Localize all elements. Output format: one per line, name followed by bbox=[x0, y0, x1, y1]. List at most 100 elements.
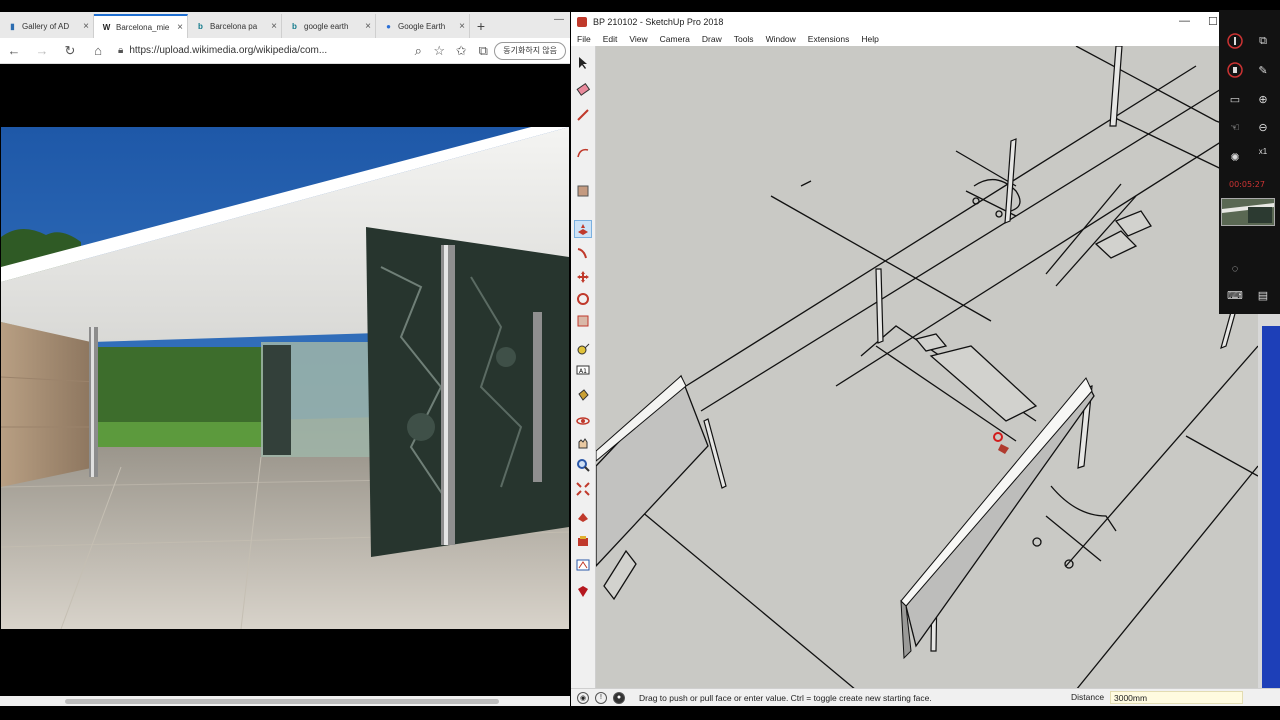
forward-icon[interactable]: → bbox=[28, 38, 56, 64]
zoom-extents-icon[interactable] bbox=[574, 480, 592, 498]
keyboard-icon[interactable]: ⌨ bbox=[1226, 286, 1244, 304]
menu-edit[interactable]: Edit bbox=[597, 34, 624, 44]
tab-label: google earth bbox=[304, 21, 349, 31]
home-icon[interactable]: ⌂ bbox=[84, 38, 112, 64]
tab-label: Barcelona_mie bbox=[116, 22, 170, 32]
maximize-icon[interactable]: ☐ bbox=[1208, 15, 1218, 28]
minimize-icon[interactable]: — bbox=[1179, 15, 1190, 27]
zoom-out-icon[interactable]: ⊖ bbox=[1254, 118, 1272, 136]
menu-view[interactable]: View bbox=[623, 34, 653, 44]
tab-label: Google Earth bbox=[398, 21, 446, 31]
refresh-icon[interactable]: ↻ bbox=[56, 38, 84, 64]
wikipedia-icon: W bbox=[102, 22, 111, 32]
close-icon[interactable]: × bbox=[271, 21, 277, 32]
collections-icon[interactable]: ⧉ bbox=[472, 38, 494, 64]
settings-icon[interactable]: ▤ bbox=[1254, 286, 1272, 304]
address-bar[interactable]: 🔒︎ https://upload.wikimedia.org/wikipedi… bbox=[112, 41, 408, 61]
title-bar: BP 210102 - SketchUp Pro 2018 — ☐ bbox=[571, 12, 1280, 32]
lock-icon: 🔒︎ bbox=[118, 45, 124, 56]
model-drawing[interactable] bbox=[596, 46, 1258, 690]
browser-window: ▮ Gallery of AD × W Barcelona_mie × b Ba… bbox=[0, 12, 570, 706]
tab-google-earth[interactable]: ● Google Earth × bbox=[376, 14, 470, 38]
sync-button[interactable]: 동기화하지 않음 bbox=[494, 41, 566, 60]
menu-extensions[interactable]: Extensions bbox=[802, 34, 856, 44]
favorites-list-icon[interactable]: ✩ bbox=[450, 38, 472, 64]
globe-icon: ● bbox=[386, 21, 391, 31]
menu-help[interactable]: Help bbox=[855, 34, 884, 44]
zoom-in-icon[interactable]: ⊕ bbox=[1254, 90, 1272, 108]
tape-measure-icon[interactable] bbox=[574, 340, 592, 358]
url-text: https://upload.wikimedia.org/wikipedia/c… bbox=[129, 45, 328, 56]
menu-file[interactable]: File bbox=[571, 34, 597, 44]
webcam-icon[interactable]: ⧉ bbox=[1254, 32, 1272, 50]
tab-gallery[interactable]: ▮ Gallery of AD × bbox=[0, 14, 94, 38]
text-icon[interactable]: A1 bbox=[574, 362, 592, 380]
orbit-icon[interactable] bbox=[574, 412, 592, 430]
tab-barcelona-image[interactable]: W Barcelona_mie × bbox=[94, 14, 188, 38]
pan-icon[interactable] bbox=[574, 434, 592, 452]
window-title: BP 210102 - SketchUp Pro 2018 bbox=[593, 17, 724, 27]
push-pull-icon[interactable] bbox=[574, 220, 592, 238]
close-icon[interactable]: × bbox=[365, 21, 371, 32]
credits-icon[interactable]: ! bbox=[595, 691, 607, 704]
measurements-box[interactable]: 3000mm bbox=[1110, 691, 1243, 704]
tab-google-earth-search[interactable]: b google earth × bbox=[282, 14, 376, 38]
status-bar: ◉ ! ● Drag to push or pull face or enter… bbox=[571, 688, 1280, 706]
menu-tools[interactable]: Tools bbox=[728, 34, 760, 44]
sketchup-logo-icon bbox=[577, 17, 587, 27]
move-icon[interactable] bbox=[574, 268, 592, 286]
rotate-icon[interactable] bbox=[574, 290, 592, 308]
timer-icon[interactable]: ◌ bbox=[1226, 260, 1244, 278]
minimize-icon[interactable]: — bbox=[554, 14, 564, 25]
mute-icon[interactable]: ▭ bbox=[1226, 90, 1244, 108]
arc-icon[interactable] bbox=[574, 144, 592, 162]
user-account-icon[interactable]: ● bbox=[613, 691, 625, 704]
select-icon[interactable] bbox=[574, 54, 592, 72]
tab-label: Barcelona pa bbox=[210, 21, 258, 31]
zoom-multiplier: x1 bbox=[1258, 146, 1268, 156]
back-icon[interactable]: ← bbox=[0, 38, 28, 64]
geo-location-icon[interactable]: ◉ bbox=[577, 691, 589, 704]
scale-icon[interactable] bbox=[574, 312, 592, 330]
follow-me-icon[interactable] bbox=[574, 244, 592, 262]
navigation-bar: ← → ↻ ⌂ 🔒︎ https://upload.wikimedia.org/… bbox=[0, 38, 570, 64]
favorite-star-icon[interactable]: ☆ bbox=[428, 38, 450, 64]
menu-bar: File Edit View Camera Draw Tools Window … bbox=[571, 32, 1280, 46]
screen-recorder-panel: ⧉ ✎ ▭ ⊕ ☜ ⊖ ✺ x1 00:05:27 ◌ ⌨ ▤ bbox=[1219, 10, 1280, 314]
layout-icon[interactable] bbox=[574, 556, 592, 574]
bing-b-icon: b bbox=[198, 21, 203, 31]
page-viewport bbox=[0, 64, 570, 696]
search-icon[interactable]: ⌕ bbox=[408, 38, 428, 64]
status-message: Drag to push or pull face or enter value… bbox=[639, 692, 932, 703]
model-viewport[interactable] bbox=[596, 46, 1258, 690]
spotlight-icon[interactable]: ✺ bbox=[1226, 148, 1244, 166]
recording-preview-thumbnail[interactable] bbox=[1221, 198, 1275, 226]
extension-warehouse-icon[interactable] bbox=[574, 532, 592, 550]
warehouse-icon[interactable] bbox=[574, 508, 592, 526]
close-icon[interactable]: × bbox=[177, 22, 183, 33]
close-icon[interactable]: × bbox=[459, 21, 465, 32]
cursor-effect-icon[interactable]: ☜ bbox=[1226, 118, 1244, 136]
tab-label: Gallery of AD bbox=[22, 21, 70, 31]
tab-barcelona-search[interactable]: b Barcelona pa × bbox=[188, 14, 282, 38]
menu-camera[interactable]: Camera bbox=[654, 34, 696, 44]
paint-bucket-icon[interactable] bbox=[574, 386, 592, 404]
svg-text:A1: A1 bbox=[579, 368, 587, 375]
pavilion-photo bbox=[1, 127, 569, 629]
sketchup-window: BP 210102 - SketchUp Pro 2018 — ☐ File E… bbox=[571, 12, 1280, 706]
zoom-icon[interactable] bbox=[574, 456, 592, 474]
pen-icon[interactable]: ✎ bbox=[1254, 61, 1272, 79]
new-tab-button[interactable]: + bbox=[470, 14, 492, 38]
record-icon[interactable] bbox=[1226, 32, 1244, 50]
ruby-icon[interactable] bbox=[574, 582, 592, 600]
stop-icon[interactable] bbox=[1226, 61, 1244, 79]
horizontal-scrollbar[interactable] bbox=[0, 696, 570, 706]
close-icon[interactable]: × bbox=[83, 21, 89, 32]
line-icon[interactable] bbox=[574, 106, 592, 124]
menu-draw[interactable]: Draw bbox=[696, 34, 728, 44]
rectangle-icon[interactable] bbox=[574, 182, 592, 200]
eraser-icon[interactable] bbox=[574, 80, 592, 98]
scrollbar-thumb[interactable] bbox=[65, 699, 499, 704]
menu-window[interactable]: Window bbox=[760, 34, 802, 44]
measurements-label: Distance bbox=[1071, 692, 1105, 702]
